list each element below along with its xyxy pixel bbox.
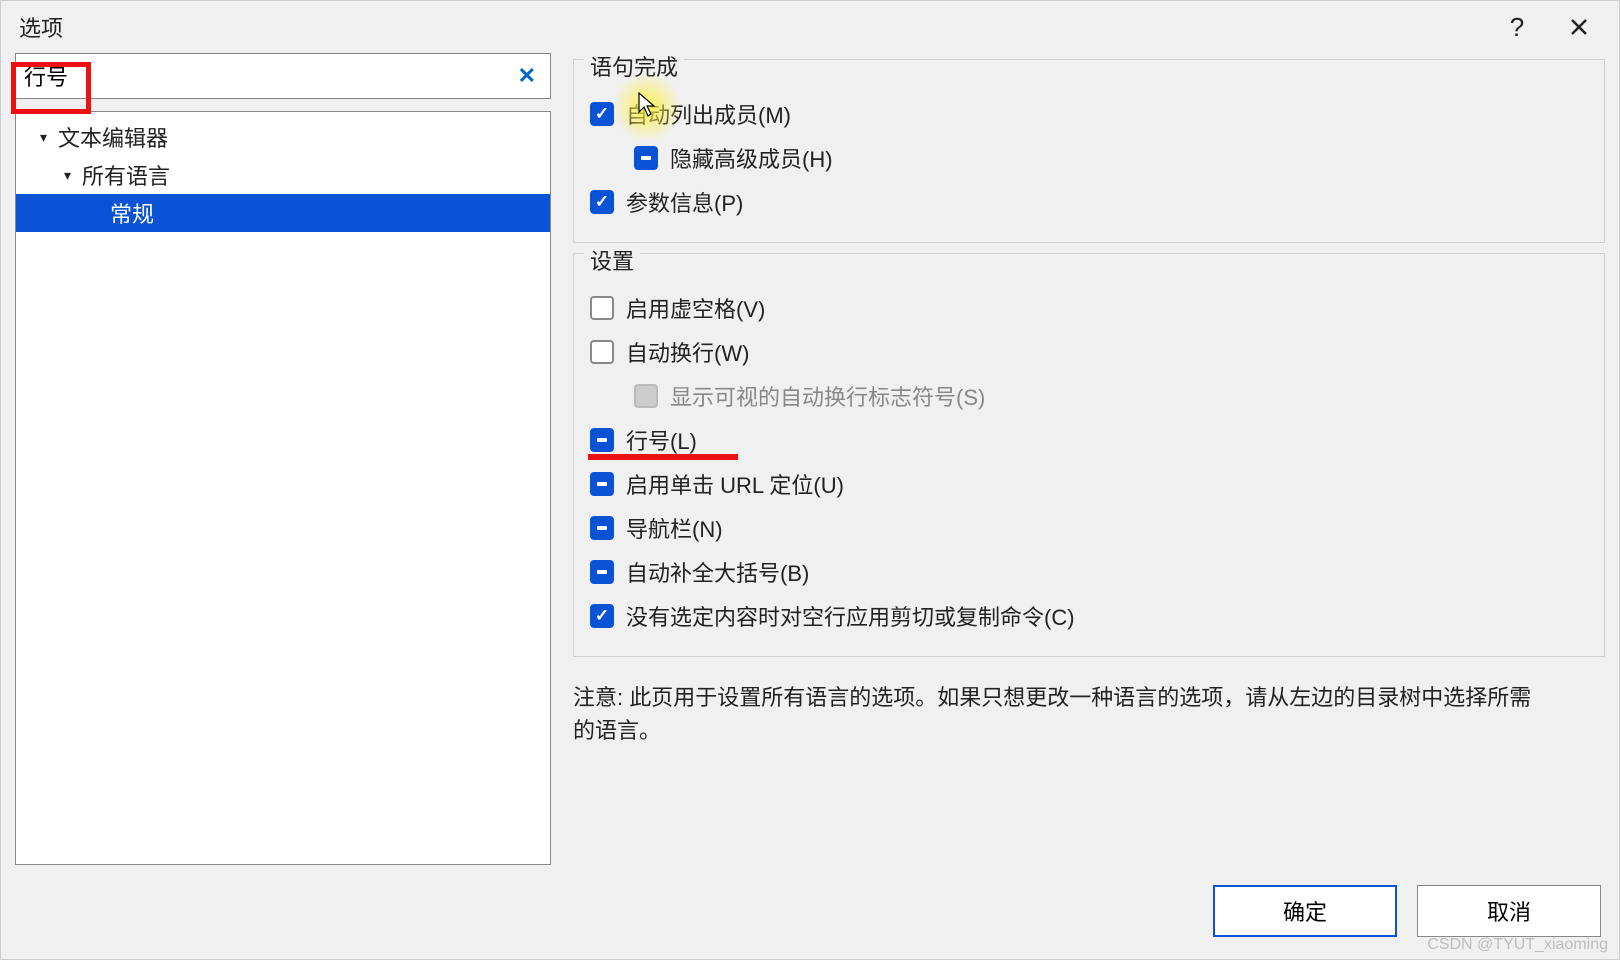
tree-item-all-languages[interactable]: ▾ 所有语言 (16, 156, 550, 194)
dialog-content: ✕ ▾ 文本编辑器 ▾ 所有语言 常规 语句完成 (1, 53, 1619, 869)
tree-item-label: 常规 (110, 197, 154, 229)
checkbox-icon (634, 384, 658, 408)
search-input[interactable] (24, 63, 506, 89)
checkbox-icon (590, 428, 614, 452)
checkbox-label: 启用单击 URL 定位(U) (626, 468, 844, 500)
checkbox-icon (590, 604, 614, 628)
checkbox-label: 行号(L) (626, 424, 697, 456)
checkbox-label: 启用虚空格(V) (626, 292, 765, 324)
dialog-title: 选项 (19, 11, 1477, 43)
checkbox-label: 没有选定内容时对空行应用剪切或复制命令(C) (626, 600, 1075, 632)
checkbox-word-wrap[interactable]: 自动换行(W) (590, 330, 1588, 374)
checkbox-label: 自动列出成员(M) (626, 98, 791, 130)
clear-search-icon[interactable]: ✕ (512, 63, 542, 89)
nav-tree[interactable]: ▾ 文本编辑器 ▾ 所有语言 常规 (15, 111, 551, 865)
checkbox-label: 参数信息(P) (626, 186, 743, 218)
left-panel: ✕ ▾ 文本编辑器 ▾ 所有语言 常规 (15, 53, 551, 865)
checkbox-icon (634, 146, 658, 170)
checkbox-auto-list-members[interactable]: 自动列出成员(M) (590, 92, 1588, 136)
checkbox-parameter-info[interactable]: 参数信息(P) (590, 180, 1588, 224)
tree-item-text-editor[interactable]: ▾ 文本编辑器 (16, 118, 550, 156)
checkbox-label: 隐藏高级成员(H) (670, 142, 833, 174)
checkbox-single-click-url[interactable]: 启用单击 URL 定位(U) (590, 462, 1588, 506)
ok-button[interactable]: 确定 (1213, 885, 1397, 937)
tree-item-general[interactable]: 常规 (16, 194, 550, 232)
group-title: 设置 (584, 244, 640, 276)
right-panel: 语句完成 自动列出成员(M) 隐藏高级成员(H) 参数信息(P) (573, 53, 1605, 865)
checkbox-icon (590, 190, 614, 214)
checkbox-hide-advanced-members[interactable]: 隐藏高级成员(H) (590, 136, 1588, 180)
group-statement-completion: 语句完成 自动列出成员(M) 隐藏高级成员(H) 参数信息(P) (573, 59, 1605, 243)
checkbox-label: 自动补全大括号(B) (626, 556, 809, 588)
cancel-button[interactable]: 取消 (1417, 885, 1601, 937)
checkbox-label: 显示可视的自动换行标志符号(S) (670, 380, 985, 412)
checkbox-navigation-bar[interactable]: 导航栏(N) (590, 506, 1588, 550)
options-dialog: 选项 ? ✕ ▾ 文本编辑器 ▾ 所有语言 常规 (0, 0, 1620, 960)
tree-item-label: 所有语言 (82, 159, 170, 191)
checkbox-icon (590, 340, 614, 364)
checkbox-show-glyphs: 显示可视的自动换行标志符号(S) (590, 374, 1588, 418)
checkbox-icon (590, 560, 614, 584)
checkbox-cut-copy-blank[interactable]: 没有选定内容时对空行应用剪切或复制命令(C) (590, 594, 1588, 638)
expand-icon: ▾ (64, 167, 82, 184)
dialog-footer: 确定 取消 (1, 869, 1619, 959)
checkbox-icon (590, 296, 614, 320)
checkbox-label: 自动换行(W) (626, 336, 749, 368)
group-settings: 设置 启用虚空格(V) 自动换行(W) 显示可视的自动换行标志符号(S) (573, 253, 1605, 657)
note-text: 注意: 此页用于设置所有语言的选项。如果只想更改一种语言的选项，请从左边的目录树… (573, 681, 1553, 747)
checkbox-virtual-space[interactable]: 启用虚空格(V) (590, 286, 1588, 330)
checkbox-auto-brace[interactable]: 自动补全大括号(B) (590, 550, 1588, 594)
tree-item-label: 文本编辑器 (58, 121, 168, 153)
checkbox-icon (590, 516, 614, 540)
checkbox-icon (590, 472, 614, 496)
expand-icon: ▾ (40, 129, 58, 146)
help-icon[interactable]: ? (1495, 7, 1539, 47)
checkbox-line-numbers[interactable]: 行号(L) (590, 418, 1588, 462)
checkbox-label: 导航栏(N) (626, 512, 723, 544)
search-box: ✕ (15, 53, 551, 99)
watermark: CSDN @TYUT_xiaoming (1427, 936, 1608, 954)
titlebar: 选项 ? (1, 1, 1619, 53)
close-icon[interactable] (1557, 7, 1601, 47)
group-title: 语句完成 (584, 50, 684, 82)
checkbox-icon (590, 102, 614, 126)
